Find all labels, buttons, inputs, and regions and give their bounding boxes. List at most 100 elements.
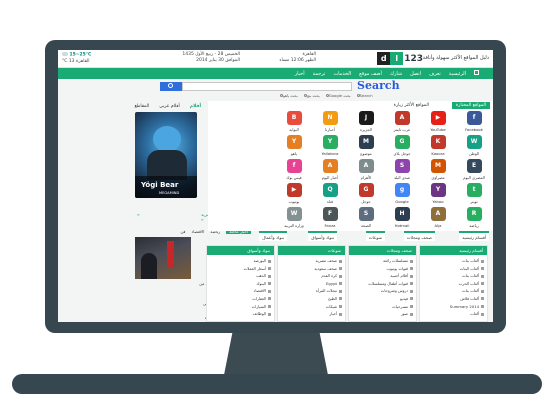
section-link[interactable]: صور	[352, 310, 413, 318]
section-link[interactable]: Summary 2014	[423, 303, 484, 311]
search-button[interactable]	[160, 82, 182, 91]
bullet-icon	[339, 274, 342, 278]
tab-media[interactable]: أفلام عربي	[159, 104, 179, 109]
section-link[interactable]: أفلام أجنبية	[352, 272, 413, 280]
section-link[interactable]: ألعاب بنات	[423, 257, 484, 265]
nav-home[interactable]	[474, 70, 479, 77]
section-tab[interactable]: أقسام رئيسية	[459, 231, 489, 241]
section-link[interactable]: الذهب	[210, 272, 271, 280]
site-tile-label: أخبار اليوم	[321, 175, 339, 180]
site-tile-label: صدى البلد	[393, 175, 410, 180]
section-link[interactable]: البورصة	[210, 257, 271, 265]
section-link[interactable]: صحف سعودية	[281, 265, 342, 273]
site-logo-icon: A	[394, 111, 410, 125]
section-tab[interactable]: منوعات	[365, 231, 385, 241]
section-link[interactable]: ألعاب فلاش	[423, 295, 484, 303]
section-tab[interactable]: بنوك وأعمال	[259, 231, 287, 241]
section-link[interactable]: كرة القدم	[281, 272, 342, 280]
bullet-icon	[339, 305, 342, 309]
news-photo[interactable]	[135, 237, 191, 279]
section-link[interactable]: صحف مصرية	[281, 257, 342, 265]
section-link[interactable]: شبكات	[281, 303, 342, 311]
nav-item[interactable]: شارك	[390, 71, 402, 77]
tab-news[interactable]: الاقتصاد	[191, 229, 204, 234]
nav-item[interactable]: أخبار	[295, 71, 305, 77]
section-link[interactable]: مسلسلات رائعة	[352, 257, 413, 265]
section-link[interactable]: Egypt	[281, 280, 342, 288]
site-tile-label: وزارة التربية	[284, 223, 304, 228]
engine-option[interactable]: بحث ياهو	[279, 93, 298, 98]
engine-option[interactable]: بحث بنج	[303, 93, 320, 98]
logo-text: 123	[404, 53, 423, 64]
section-link[interactable]: الطبخ	[281, 295, 342, 303]
section-link[interactable]: العقارات	[210, 295, 271, 303]
section-tab[interactable]: صحف ومجلات	[403, 231, 435, 241]
person-shape	[141, 253, 157, 279]
tab-sites-active[interactable]: المواقع المختارة	[451, 102, 490, 109]
section-link[interactable]: الوظائف	[210, 310, 271, 318]
section-link[interactable]: أخبار	[281, 310, 342, 318]
tab-media-active[interactable]: أفلام	[190, 104, 201, 109]
bullet-icon	[339, 259, 342, 263]
flag-shape	[167, 241, 174, 267]
nav-item[interactable]: الرئيسية	[449, 71, 466, 77]
section-link[interactable]: ألعاب الحرب	[423, 280, 484, 288]
section-link[interactable]: الاقتصاد	[210, 287, 271, 295]
poster-figure	[153, 126, 181, 152]
site-logo-icon: J	[358, 111, 374, 125]
site-logo-icon: G	[358, 183, 374, 197]
section-tabs: أقسام رئيسية صحف ومجلات منوعات بنوك وأسو…	[208, 231, 493, 243]
section-link[interactable]: مجلات المرأة	[281, 287, 342, 295]
section-link[interactable]: ألعاب البنات	[423, 265, 484, 273]
section-link[interactable]: السيارات	[210, 303, 271, 311]
bullet-icon	[410, 274, 413, 278]
weather-widget: 15~25°C °C 13 القاهرة	[62, 52, 124, 65]
site-tile-label: جوجل	[361, 199, 371, 204]
search-input[interactable]	[182, 82, 352, 91]
logo-mark: d	[377, 52, 391, 65]
tab-news[interactable]: فن	[180, 229, 185, 234]
section-link[interactable]: دروس وشروحات	[352, 287, 413, 295]
site-logo-icon: Y	[322, 135, 338, 149]
section-link[interactable]: قنوات أطفال ومسلسلات	[352, 280, 413, 288]
section-link[interactable]: أسعار العملات	[210, 265, 271, 273]
section-link[interactable]: البنوك	[210, 280, 271, 288]
bullet-icon	[410, 289, 413, 293]
site-logo-icon: M	[430, 159, 446, 173]
site-logo-icon: t	[466, 183, 482, 197]
nav-item[interactable]: تعرف	[429, 71, 441, 77]
site-tile-label: ياهو	[290, 151, 298, 156]
bullet-icon	[268, 305, 271, 309]
section-tab[interactable]: بنوك وأسواق	[308, 231, 337, 241]
site-logo-icon: f	[286, 159, 302, 173]
tab-media[interactable]: المقاطع	[134, 104, 149, 109]
nav-item[interactable]: الخدمات	[333, 71, 351, 77]
browser-screen: 15~25°C °C 13 القاهرة الخميس 28 - ربيع ا…	[58, 50, 493, 322]
engine-option[interactable]: Google بحث	[325, 93, 351, 98]
section-link[interactable]: ألعاب بنات	[423, 287, 484, 295]
section-link[interactable]: ألعاب بنات	[423, 272, 484, 280]
stage: 15~25°C °C 13 القاهرة الخميس 28 - ربيع ا…	[0, 0, 550, 420]
site-tile-label: الوطن	[468, 151, 480, 156]
site-logo[interactable]: d l 123	[377, 52, 423, 65]
section-link[interactable]: فيديو	[352, 295, 413, 303]
site-tile-label: البوابة	[289, 127, 299, 132]
site-tile-label: Yallakora	[321, 151, 339, 156]
nav-item[interactable]: ترجمة	[313, 71, 326, 77]
tab-sites[interactable]: المواقع الأكثر زيارة	[390, 102, 433, 109]
site-logo-icon: ▶	[286, 183, 302, 197]
section-link[interactable]: ألعاب	[423, 310, 484, 318]
date-line: الموافق 30 يناير 2014	[196, 58, 240, 63]
section-link[interactable]: قنوات يوتيوب	[352, 265, 413, 273]
nav-item[interactable]: أضف موقع	[359, 71, 382, 77]
engine-label: بحث ياهو	[283, 93, 298, 98]
section-link[interactable]: مسرحيات	[352, 303, 413, 311]
slider-arrow[interactable]: »	[137, 213, 140, 218]
sites-grid-panel: المواقع المختارة المواقع الأكثر زيارة fF…	[208, 101, 493, 231]
movie-poster[interactable]: Yögi Bear MEGAMIND	[135, 112, 197, 198]
site-logo-icon: g	[394, 183, 410, 197]
poster-subtitle: MEGAMIND	[159, 191, 180, 195]
engine-option[interactable]: Search	[356, 93, 373, 98]
nav-item[interactable]: اتصل	[410, 71, 421, 77]
site-logo-icon: S	[358, 207, 374, 221]
